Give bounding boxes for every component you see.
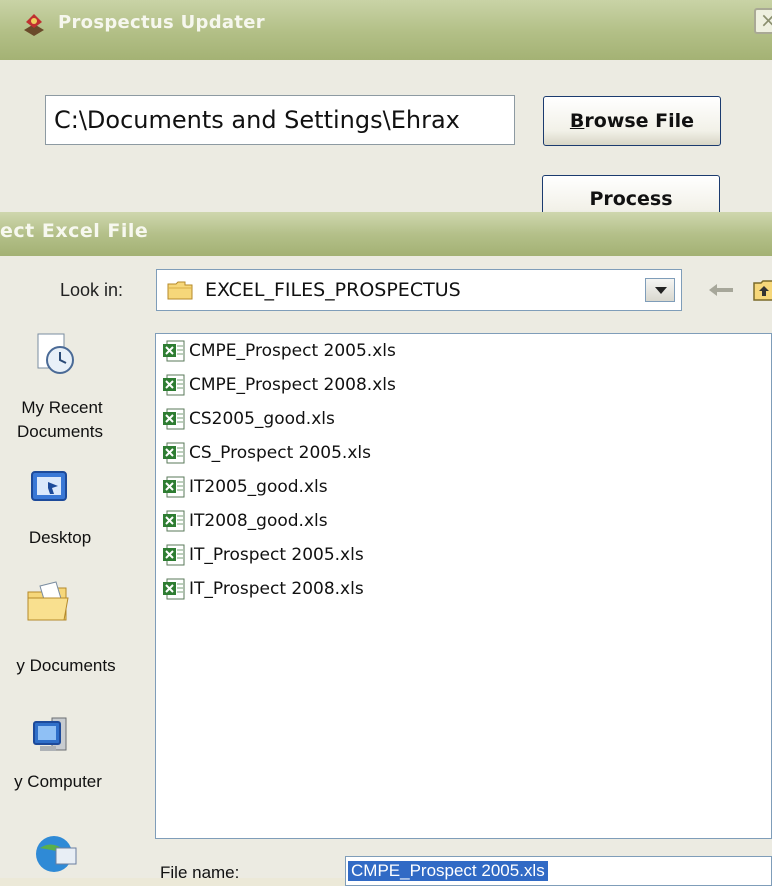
browse-file-button[interactable]: Browse File	[543, 96, 721, 146]
place-label: My Recent	[21, 398, 103, 417]
file-name: CS_Prospect 2005.xls	[189, 443, 371, 463]
up-folder-icon[interactable]	[752, 278, 772, 302]
back-arrow-icon[interactable]	[707, 282, 735, 298]
place-my-documents[interactable]: y Documents	[0, 580, 140, 690]
excel-file-icon	[163, 374, 185, 396]
place-my-recent-documents[interactable]: My Recent Documents	[0, 318, 140, 458]
places-bar: My Recent Documents Desktop y Documents …	[0, 318, 140, 878]
file-list-item[interactable]: CMPE_Prospect 2005.xls	[162, 336, 396, 366]
file-list-item[interactable]: CMPE_Prospect 2008.xls	[162, 370, 396, 400]
desktop-icon	[31, 471, 67, 501]
my-documents-icon	[27, 581, 69, 621]
excel-file-icon	[163, 476, 185, 498]
place-network[interactable]	[0, 830, 140, 878]
file-name: IT2008_good.xls	[189, 511, 328, 531]
excel-file-icon	[163, 340, 185, 362]
file-path-input[interactable]	[45, 95, 515, 145]
file-name-selected-text: CMPE_Prospect 2005.xls	[348, 861, 548, 881]
file-list-item[interactable]: IT2008_good.xls	[162, 506, 328, 536]
browse-mnemonic: B	[569, 110, 585, 132]
file-name: IT_Prospect 2008.xls	[189, 579, 364, 599]
file-name-label: File name:	[160, 863, 240, 882]
close-button[interactable]	[754, 8, 772, 34]
file-list[interactable]: CMPE_Prospect 2005.xls CMPE_Prospect 2008…	[155, 333, 772, 839]
file-list-item[interactable]: IT_Prospect 2008.xls	[162, 574, 364, 604]
place-my-computer[interactable]: y Computer	[0, 714, 140, 814]
excel-file-icon	[163, 510, 185, 532]
file-list-item[interactable]: CS2005_good.xls	[162, 404, 335, 434]
look-in-label: Look in:	[60, 280, 124, 300]
excel-file-icon	[163, 442, 185, 464]
file-name: IT2005_good.xls	[189, 477, 328, 497]
excel-file-icon	[163, 544, 185, 566]
file-name: CS2005_good.xls	[189, 409, 335, 429]
browse-label: rowse File	[584, 110, 695, 132]
place-desktop[interactable]: Desktop	[0, 466, 140, 556]
place-label: y Computer	[14, 772, 102, 791]
recent-documents-icon	[37, 333, 74, 374]
chevron-down-icon[interactable]	[645, 278, 675, 302]
place-label: Desktop	[28, 528, 92, 547]
my-computer-icon	[33, 717, 67, 751]
process-label: Process	[589, 188, 673, 210]
place-label: Documents	[17, 422, 103, 441]
excel-file-icon	[163, 408, 185, 430]
file-name: CMPE_Prospect 2008.xls	[189, 375, 396, 395]
file-name-input[interactable]: CMPE_Prospect 2005.xls	[345, 856, 772, 886]
network-places-icon	[36, 836, 77, 872]
place-label: y Documents	[16, 656, 116, 675]
file-list-item[interactable]: IT_Prospect 2005.xls	[162, 540, 364, 570]
app-title: Prospectus Updater	[58, 12, 265, 33]
excel-file-icon	[163, 578, 185, 600]
file-list-item[interactable]: CS_Prospect 2005.xls	[162, 438, 371, 468]
dialog-title: ect Excel File	[0, 220, 149, 242]
file-list-item[interactable]: IT2005_good.xls	[162, 472, 328, 502]
app-icon	[24, 14, 44, 36]
look-in-dropdown[interactable]: EXCEL_FILES_PROSPECTUS	[156, 269, 682, 311]
folder-icon	[167, 281, 193, 300]
file-name: CMPE_Prospect 2005.xls	[189, 341, 396, 361]
file-name: IT_Prospect 2005.xls	[189, 545, 364, 565]
look-in-value: EXCEL_FILES_PROSPECTUS	[205, 279, 461, 301]
